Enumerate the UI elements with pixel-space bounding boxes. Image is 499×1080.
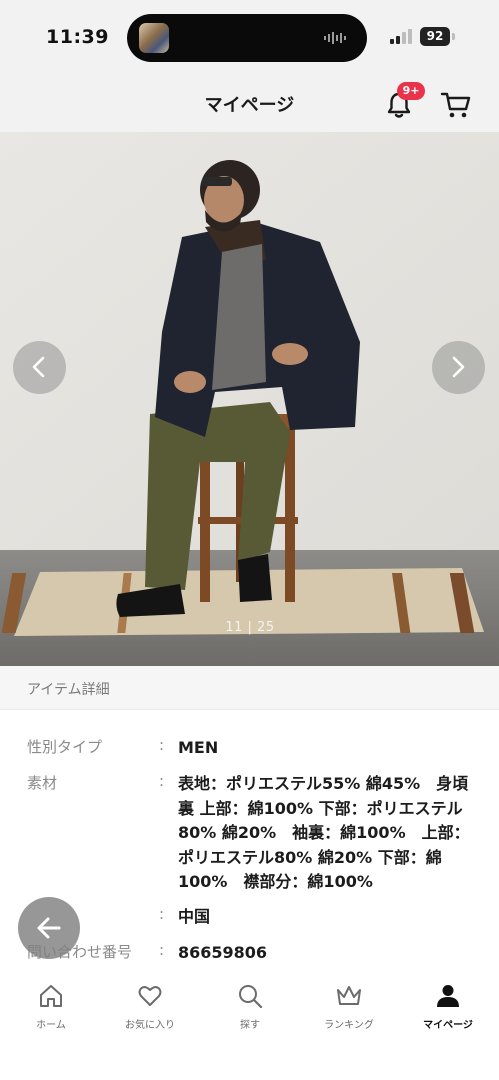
notification-badge: 9+ <box>397 82 425 100</box>
heart-icon <box>138 986 162 1006</box>
audio-wave-icon <box>324 32 346 44</box>
app-header: マイページ 9+ <box>0 74 499 132</box>
image-counter: 11 | 25 <box>225 620 275 635</box>
next-image-button[interactable] <box>432 341 485 394</box>
detail-value: MEN <box>178 738 219 757</box>
tab-label: 探す <box>240 1020 260 1031</box>
crown-icon <box>337 986 361 1005</box>
signal-icon <box>390 29 412 44</box>
tab-label: ランキング <box>324 1020 374 1031</box>
now-playing-artwork <box>139 23 169 53</box>
detail-label: 性別タイプ <box>27 738 103 756</box>
battery-cap <box>452 33 455 40</box>
tab-label: お気に入り <box>125 1020 175 1031</box>
tab-favorites[interactable]: お気に入り <box>100 982 200 1042</box>
cart-icon[interactable] <box>440 90 472 120</box>
battery-indicator: 92 <box>420 27 450 46</box>
detail-colon: : <box>159 905 165 923</box>
status-bar: 11:39 92 <box>0 0 499 74</box>
chevron-left-icon <box>32 356 45 378</box>
arrow-left-icon <box>37 917 61 939</box>
tab-label: マイページ <box>423 1020 473 1031</box>
detail-value: 中国 <box>178 907 211 926</box>
home-icon <box>40 985 62 1007</box>
model-photo <box>0 132 499 666</box>
status-time: 11:39 <box>46 26 109 48</box>
detail-colon: : <box>159 736 165 754</box>
tab-mypage[interactable]: マイページ <box>398 982 498 1042</box>
detail-value: 86659806 <box>178 943 268 962</box>
detail-colon: : <box>159 941 165 959</box>
tab-ranking[interactable]: ランキング <box>299 982 399 1042</box>
previous-image-button[interactable] <box>13 341 66 394</box>
detail-label: 素材 <box>27 774 58 792</box>
tab-search[interactable]: 探す <box>200 982 300 1042</box>
tab-label: ホーム <box>36 1020 66 1031</box>
page-title: マイページ <box>204 95 295 116</box>
dynamic-island[interactable] <box>127 14 367 62</box>
product-image[interactable]: 11 | 25 <box>0 132 499 666</box>
detail-colon: : <box>159 772 165 790</box>
section-header: アイテム詳細 <box>0 666 499 710</box>
back-button[interactable] <box>18 897 80 959</box>
tab-home[interactable]: ホーム <box>1 982 101 1042</box>
detail-value: 表地：ポリエステル55% 綿45% 身頃裏 上部：綿100% 下部：ポリエステル… <box>178 774 470 891</box>
chevron-right-icon <box>452 356 465 378</box>
search-icon <box>239 985 263 1009</box>
section-title: アイテム詳細 <box>27 682 110 698</box>
person-icon <box>437 985 459 1007</box>
bottom-tab-bar: ホーム お気に入り 探す ランキング マイページ <box>0 968 499 1080</box>
